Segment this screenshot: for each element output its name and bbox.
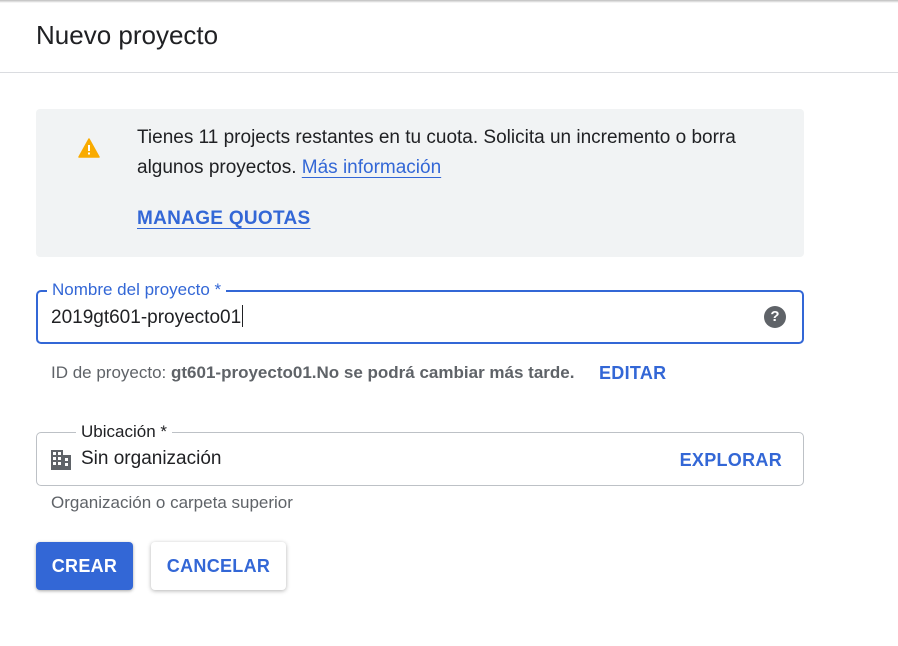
- location-value: Sin organización: [81, 448, 222, 469]
- location-label: Ubicación *: [76, 422, 172, 442]
- browse-button[interactable]: EXPLORAR: [680, 448, 782, 472]
- project-id-value: gt601-proyecto01.: [171, 363, 317, 382]
- top-shadow: [0, 0, 898, 3]
- project-id-prefix: ID de proyecto:: [51, 363, 167, 382]
- cancel-button[interactable]: CANCELAR: [151, 542, 286, 590]
- more-info-link[interactable]: Más información: [302, 157, 441, 178]
- alert-message: Tienes 11 projects restantes en tu cuota…: [137, 123, 777, 183]
- project-name-input[interactable]: 2019gt601-proyecto01: [51, 305, 244, 330]
- project-id-note: No se podrá cambiar más tarde.: [316, 363, 575, 382]
- location-field[interactable]: Ubicación * Sin organización EXPLORAR: [36, 422, 804, 486]
- quota-alert: Tienes 11 projects restantes en tu cuota…: [36, 109, 804, 257]
- project-name-label: Nombre del proyecto *: [47, 280, 227, 300]
- project-name-field[interactable]: Nombre del proyecto * 2019gt601-proyecto…: [36, 280, 804, 344]
- create-button[interactable]: CREAR: [36, 542, 133, 590]
- text-cursor: [242, 305, 244, 327]
- edit-project-id-button[interactable]: EDITAR: [599, 361, 666, 385]
- project-id-line: ID de proyecto: gt601-proyecto01.No se p…: [51, 361, 574, 385]
- project-name-value: 2019gt601-proyecto01: [51, 307, 242, 328]
- manage-quotas-link[interactable]: MANAGE QUOTAS: [137, 206, 311, 232]
- building-icon: [51, 450, 71, 470]
- help-icon[interactable]: ?: [764, 306, 786, 328]
- header-divider: [0, 72, 898, 73]
- location-hint: Organización o carpeta superior: [51, 493, 293, 512]
- warning-icon: [78, 138, 100, 158]
- page-title: Nuevo proyecto: [36, 20, 219, 50]
